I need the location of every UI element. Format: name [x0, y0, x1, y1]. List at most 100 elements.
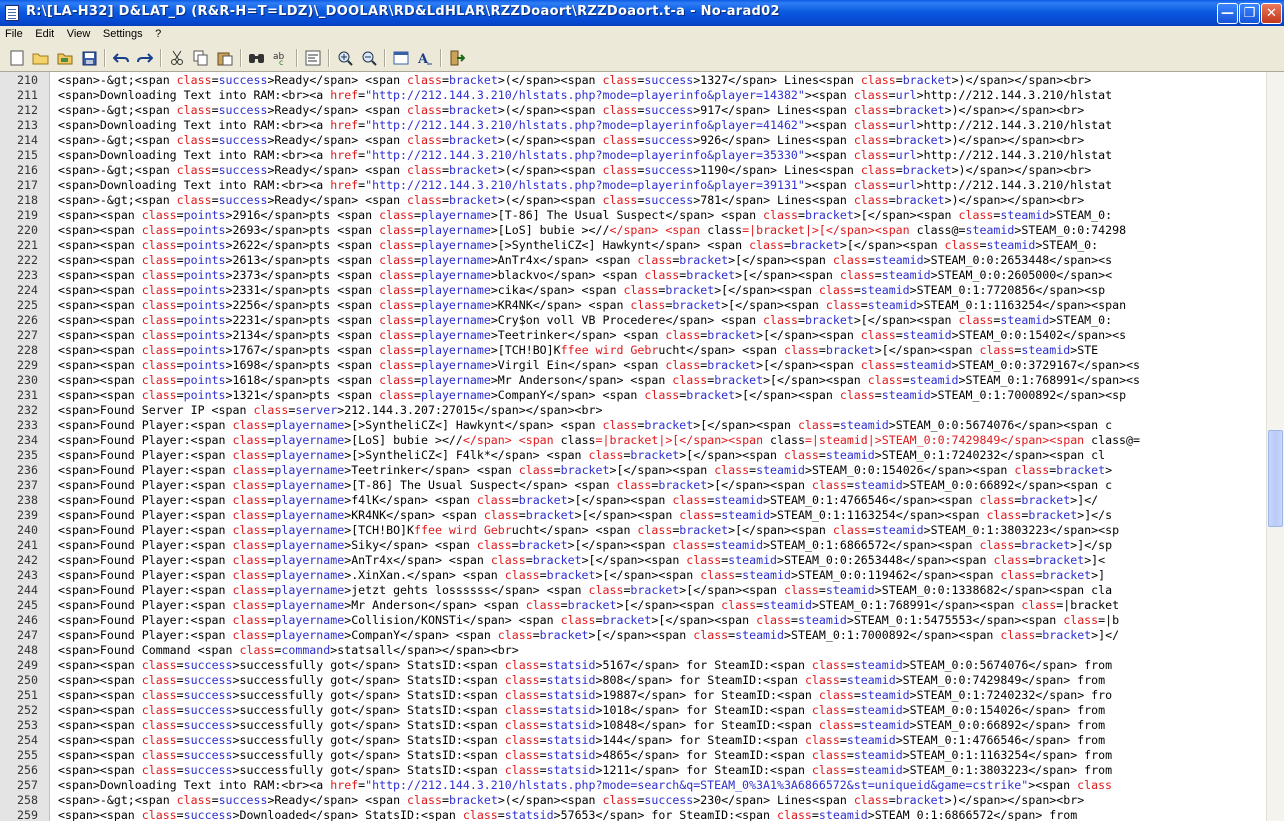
line-number: 244 — [17, 583, 38, 597]
line-number: 234 — [17, 433, 38, 447]
close-icon: ✕ — [1266, 6, 1277, 21]
line-number: 226 — [17, 313, 38, 327]
line-number: 220 — [17, 223, 38, 237]
toolbar: ab c A — [0, 44, 1284, 72]
maximize-button[interactable]: ❐ — [1239, 3, 1260, 24]
line-number: 211 — [17, 88, 38, 102]
exit-icon[interactable] — [448, 49, 466, 67]
line-text: <span>Found Command <span class=command>… — [58, 643, 519, 657]
vertical-scrollbar[interactable] — [1266, 72, 1284, 821]
line-text: <span><span class=success>Downloaded</sp… — [58, 808, 1078, 821]
cut-icon[interactable] — [168, 49, 186, 67]
line-number: 251 — [17, 688, 38, 702]
line-text: <span><span class=success>successfully g… — [58, 658, 1113, 672]
copy-icon[interactable] — [192, 49, 210, 67]
line-text: <span>Found Player:<span class=playernam… — [58, 568, 1106, 582]
minimize-button[interactable]: — — [1217, 3, 1238, 24]
reload-icon[interactable] — [56, 49, 74, 67]
close-button[interactable]: ✕ — [1261, 3, 1282, 24]
line-number: 229 — [17, 358, 38, 372]
menu-view[interactable]: View — [62, 26, 95, 40]
line-text: <span>Downloading Text into RAM:<br><a h… — [58, 118, 1113, 132]
line-text: <span><span class=points>2622</span>pts … — [58, 238, 1099, 252]
line-number: 228 — [17, 343, 38, 357]
line-number: 210 — [17, 73, 38, 87]
menu-bar: File Edit View Settings ? — [0, 26, 1284, 44]
line-text: <span><span class=points>1767</span>pts … — [58, 343, 1099, 357]
line-number: 245 — [17, 598, 38, 612]
line-number: 255 — [17, 748, 38, 762]
line-number: 222 — [17, 253, 38, 267]
line-number: 216 — [17, 163, 38, 177]
line-text: <span>-&gt;<span class=success>Ready</sp… — [58, 193, 1085, 207]
line-number: 240 — [17, 523, 38, 537]
line-number: 231 — [17, 388, 38, 402]
line-text: <span>Downloading Text into RAM:<br><a h… — [58, 148, 1113, 162]
notepad-app-icon[interactable] — [5, 5, 19, 21]
line-number: 257 — [17, 778, 38, 792]
new-icon[interactable] — [8, 49, 26, 67]
font-icon[interactable]: A — [416, 49, 434, 67]
line-text: <span>Found Server IP <span class=server… — [58, 403, 603, 417]
line-number: 233 — [17, 418, 38, 432]
line-text: <span><span class=points>2693</span>pts … — [58, 223, 1127, 237]
title-bar[interactable]: R:\[LA-H32] D&LAT_D (R&R-H=T=LDZ)\_DOOLA… — [0, 0, 1284, 26]
line-number: 219 — [17, 208, 38, 222]
line-number: 224 — [17, 283, 38, 297]
line-text: <span>-&gt;<span class=success>Ready</sp… — [58, 793, 1085, 807]
scrollbar-thumb[interactable] — [1268, 430, 1283, 527]
line-number: 238 — [17, 493, 38, 507]
menu-settings[interactable]: Settings — [98, 26, 147, 40]
line-number: 243 — [17, 568, 38, 582]
menu-file[interactable]: File — [0, 26, 27, 40]
line-number: 214 — [17, 133, 38, 147]
text-editor[interactable]: 210 <span>-&gt;<span class=success>Ready<… — [0, 72, 1266, 821]
line-text: <span>-&gt;<span class=success>Ready</sp… — [58, 103, 1085, 117]
line-number: 221 — [17, 238, 38, 252]
line-text: <span><span class=success>successfully g… — [58, 688, 1113, 702]
view-icon[interactable] — [392, 49, 410, 67]
line-text: <span><span class=success>successfully g… — [58, 703, 1106, 717]
zoom-in-icon[interactable] — [336, 49, 354, 67]
wordwrap-icon[interactable] — [304, 49, 322, 67]
minimize-icon: — — [1221, 6, 1234, 21]
line-text: <span>-&gt;<span class=success>Ready</sp… — [58, 163, 1092, 177]
line-number: 227 — [17, 328, 38, 342]
line-text: <span>Found Player:<span class=playernam… — [58, 583, 1113, 597]
open-icon[interactable] — [32, 49, 50, 67]
save-icon[interactable] — [80, 49, 98, 67]
redo-icon[interactable] — [136, 49, 154, 67]
line-text: <span>Downloading Text into RAM:<br><a h… — [58, 778, 1113, 792]
svg-text:c: c — [279, 58, 283, 66]
zoom-out-icon[interactable] — [360, 49, 378, 67]
line-text: <span><span class=points>2613</span>pts … — [58, 253, 1113, 267]
line-text: <span><span class=success>successfully g… — [58, 748, 1113, 762]
undo-icon[interactable] — [112, 49, 130, 67]
line-text: <span>Downloading Text into RAM:<br><a h… — [58, 88, 1113, 102]
line-text: <span><span class=points>1321</span>pts … — [58, 388, 1127, 402]
menu-help[interactable]: ? — [150, 26, 165, 40]
find-icon[interactable] — [248, 49, 266, 67]
line-number: 215 — [17, 148, 38, 162]
line-text: <span>Found Player:<span class=playernam… — [58, 433, 1141, 447]
line-text: <span><span class=success>successfully g… — [58, 763, 1113, 777]
line-number: 254 — [17, 733, 38, 747]
line-number: 250 — [17, 673, 38, 687]
paste-icon[interactable] — [216, 49, 234, 67]
line-text: <span>Found Player:<span class=playernam… — [58, 478, 1113, 492]
line-text: <span><span class=points>1698</span>pts … — [58, 358, 1141, 372]
line-text: <span>Found Player:<span class=playernam… — [58, 538, 1113, 552]
replace-icon[interactable]: ab c — [272, 49, 290, 67]
line-text: <span>Found Player:<span class=playernam… — [58, 508, 1113, 522]
line-number: 217 — [17, 178, 38, 192]
menu-edit[interactable]: Edit — [30, 26, 58, 40]
line-number: 256 — [17, 763, 38, 777]
line-number: 237 — [17, 478, 38, 492]
line-text: <span><span class=points>2134</span>pts … — [58, 328, 1127, 342]
line-text: <span>-&gt;<span class=success>Ready</sp… — [58, 133, 1085, 147]
window-title: R:\[LA-H32] D&LAT_D (R&R-H=T=LDZ)\_DOOLA… — [26, 4, 780, 19]
line-text: <span>Found Player:<span class=playernam… — [58, 553, 1106, 567]
line-text: <span><span class=success>successfully g… — [58, 733, 1106, 747]
line-number: 213 — [17, 118, 38, 132]
line-text: <span>-&gt;<span class=success>Ready</sp… — [58, 73, 1092, 87]
